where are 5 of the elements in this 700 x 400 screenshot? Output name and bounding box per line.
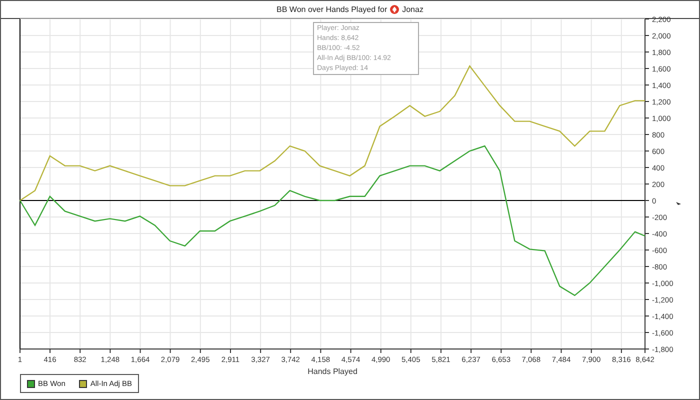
x-axis-title: Hands Played xyxy=(308,367,358,376)
player-name: Jonaz xyxy=(402,5,424,14)
axis-mark-icon xyxy=(676,202,681,205)
chart-title: BB Won over Hands Played for xyxy=(276,5,388,14)
spade-icon xyxy=(390,5,400,14)
